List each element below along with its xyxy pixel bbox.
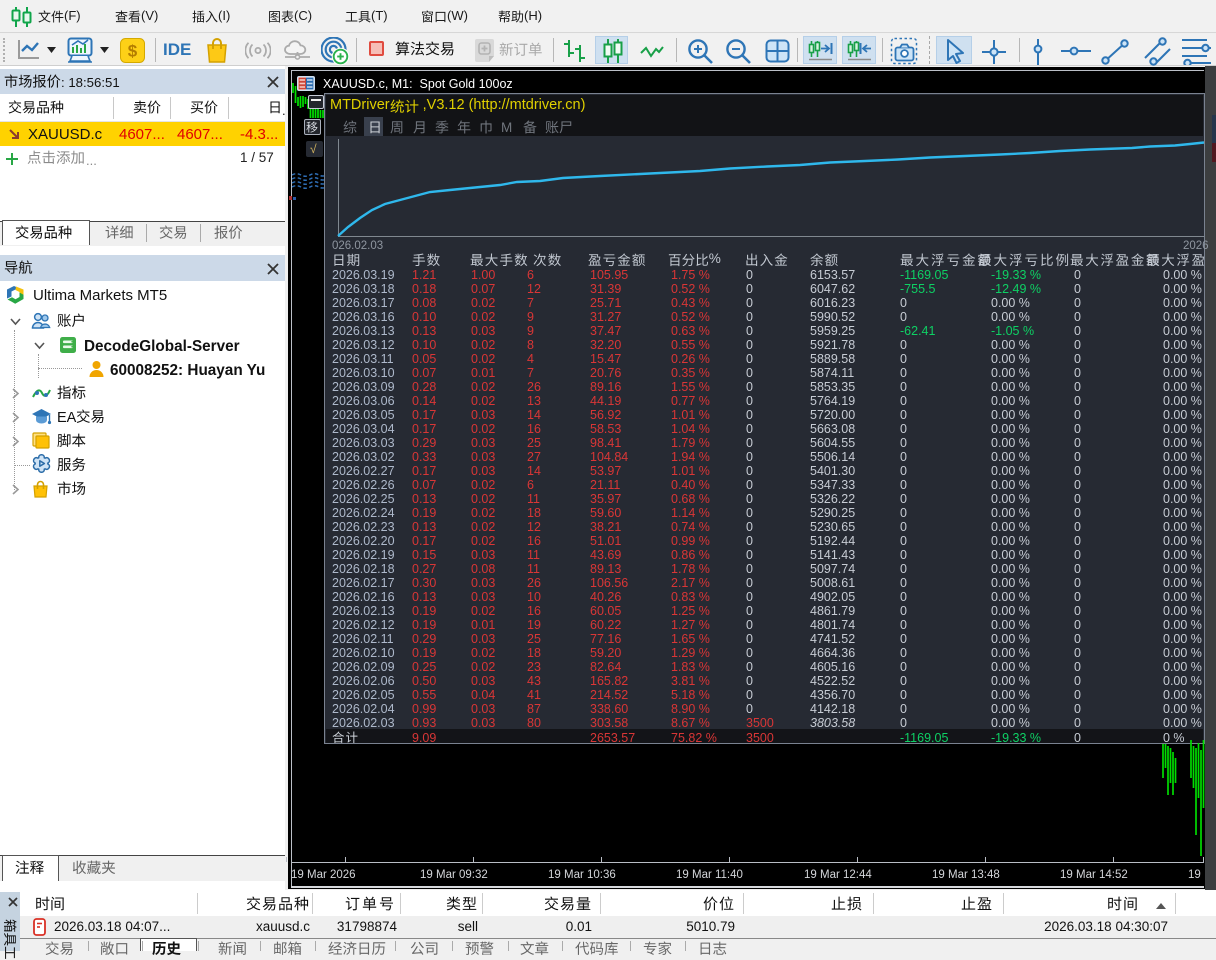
svg-text:$: $: [128, 42, 138, 61]
